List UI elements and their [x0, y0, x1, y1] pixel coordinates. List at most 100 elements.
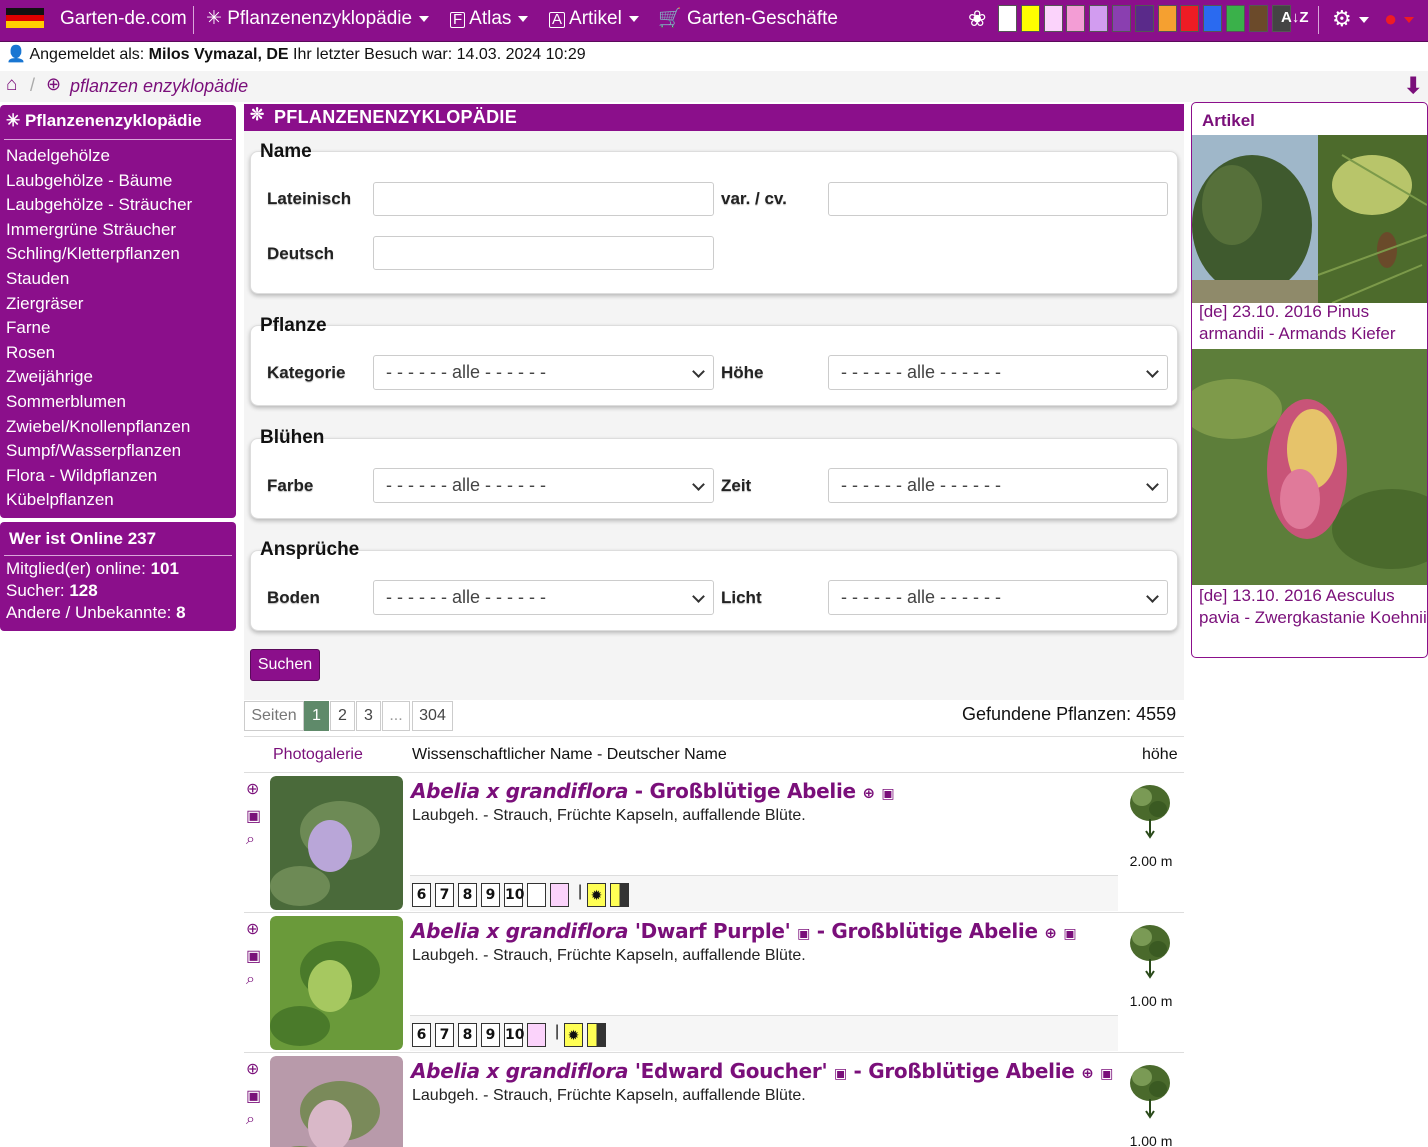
sidebar-item[interactable]: Ziergräser: [6, 292, 192, 317]
zoom-gallery-icon[interactable]: ⊕: [246, 919, 266, 939]
sidebar-item[interactable]: Sommerblumen: [6, 390, 192, 415]
color-swatch[interactable]: [1134, 5, 1154, 32]
photo-icon[interactable]: ▣: [797, 926, 810, 942]
zoom-gallery-icon[interactable]: ⊕: [246, 1059, 266, 1079]
photo-icon[interactable]: ▣: [246, 806, 266, 826]
zoom-icon[interactable]: ⊕: [862, 784, 875, 802]
article-image-pine[interactable]: [1192, 135, 1427, 303]
plant-height: 1.00 m: [1129, 993, 1173, 1009]
photo-icon[interactable]: ▣: [1063, 926, 1076, 942]
color-swatch[interactable]: [1112, 5, 1131, 32]
cultivar-name[interactable]: 'Edward Goucher': [635, 1059, 828, 1083]
table-header: Photogalerie Wissenschaftlicher Name - D…: [244, 736, 1184, 773]
page-2[interactable]: 2: [330, 701, 355, 731]
german-name-input[interactable]: [373, 236, 714, 270]
photo-icon[interactable]: ▣: [881, 786, 894, 802]
scroll-down-icon[interactable]: ⬇: [1404, 73, 1422, 99]
nav-divider: [1318, 6, 1319, 34]
zoom-icon[interactable]: ⊕: [1081, 1064, 1094, 1082]
photo-icon[interactable]: ▣: [834, 1066, 847, 1082]
search-button[interactable]: Suchen: [250, 649, 320, 681]
photo-icon[interactable]: ▣: [1100, 1066, 1113, 1082]
nav-plant-encyclopedia[interactable]: ✳ Pflanzenenzyklopädie: [206, 0, 430, 42]
breadcrumb-current[interactable]: pflanzen enzyklopädie: [70, 76, 248, 97]
plant-title: Abelia x grandiflora 'Edward Goucher' ▣ …: [411, 1059, 1114, 1083]
plant-thumbnail[interactable]: [270, 916, 403, 1050]
latin-name[interactable]: Abelia x grandiflora: [411, 919, 628, 943]
sidebar-item[interactable]: Schling/Kletterpflanzen: [6, 242, 192, 267]
zoom-icon[interactable]: ⊕: [1044, 924, 1057, 942]
sidebar-item[interactable]: Nadelgehölze: [6, 144, 192, 169]
plant-thumbnail[interactable]: [270, 1056, 403, 1147]
sidebar-item[interactable]: Zweijährige: [6, 365, 192, 390]
color-swatch[interactable]: [998, 5, 1017, 32]
sidebar-item[interactable]: Farne: [6, 316, 192, 341]
page-last[interactable]: 304: [412, 701, 453, 731]
site-logo-link[interactable]: Garten-de.com: [60, 0, 187, 42]
color-swatch[interactable]: [1248, 5, 1268, 32]
category-select[interactable]: - - - - - - alle - - - - - -: [373, 355, 714, 390]
online-other: Andere / Unbekannte: 8: [6, 603, 186, 623]
sidebar-item[interactable]: Stauden: [6, 267, 192, 292]
soil-select[interactable]: - - - - - - alle - - - - - -: [373, 580, 714, 615]
german-name[interactable]: Großblütige Abelie: [831, 919, 1038, 943]
color-swatch[interactable]: [1180, 5, 1200, 32]
plant-thumbnail[interactable]: [270, 776, 403, 910]
color-swatch[interactable]: [1043, 5, 1063, 32]
search-icon[interactable]: ⌕: [246, 1111, 266, 1131]
photo-icon[interactable]: ▣: [246, 1086, 266, 1106]
height-select[interactable]: - - - - - - alle - - - - - -: [828, 355, 1168, 390]
zoom-gallery-icon[interactable]: ⊕: [246, 779, 266, 799]
search-icon[interactable]: ⌕: [246, 831, 266, 851]
col-photogallery[interactable]: Photogalerie: [273, 746, 363, 764]
german-name[interactable]: Großblütige Abelie: [649, 779, 856, 803]
color-swatch[interactable]: [1226, 5, 1245, 32]
article-caption[interactable]: [de] 13.10. 2016 Aesculus pavia - Zwergk…: [1199, 585, 1427, 629]
color-swatch[interactable]: [1089, 5, 1109, 32]
page-1[interactable]: 1: [304, 701, 329, 731]
chevron-down-icon: [692, 478, 705, 491]
sun-icon: ✹: [564, 1023, 583, 1047]
german-flag-icon[interactable]: [6, 8, 44, 28]
sidebar-item[interactable]: Immergrüne Sträucher: [6, 218, 192, 243]
color-swatch[interactable]: [1203, 5, 1223, 32]
sidebar-item[interactable]: Flora - Wildpflanzen: [6, 464, 192, 489]
bloom-month: 6: [412, 883, 431, 907]
variety-input[interactable]: [828, 182, 1168, 216]
search-icon[interactable]: ⌕: [246, 971, 266, 991]
article-caption[interactable]: [de] 23.10. 2016 Pinus armandii - Armand…: [1199, 301, 1427, 345]
color-swatch[interactable]: [1020, 5, 1040, 32]
home-icon[interactable]: ⌂: [6, 74, 17, 96]
latin-name[interactable]: Abelia x grandiflora: [411, 779, 628, 803]
az-sort-icon[interactable]: A↓Z: [1281, 0, 1309, 42]
photo-icon[interactable]: ▣: [246, 946, 266, 966]
bloom-color-pink: [550, 883, 569, 907]
color-swatch[interactable]: [1066, 5, 1086, 32]
settings-gear-icon[interactable]: ⚙: [1332, 0, 1369, 42]
nav-garden-shops[interactable]: 🛒 Garten-Geschäfte: [658, 0, 838, 42]
user-menu-icon[interactable]: ●: [1384, 0, 1415, 42]
page-3[interactable]: 3: [356, 701, 381, 731]
sidebar-item[interactable]: Laubgehölze - Bäume: [6, 169, 192, 194]
searchers-label: Sucher:: [6, 581, 65, 600]
sidebar-item[interactable]: Rosen: [6, 341, 192, 366]
article-image-aesculus[interactable]: [1192, 349, 1427, 585]
flower-icon[interactable]: ❀: [968, 0, 986, 42]
divider: [4, 555, 232, 556]
latin-name[interactable]: Abelia x grandiflora: [411, 1059, 628, 1083]
latin-name-input[interactable]: [373, 182, 714, 216]
sidebar-item[interactable]: Laubgehölze - Sträucher: [6, 193, 192, 218]
nav-atlas[interactable]: F Atlas: [450, 0, 529, 42]
color-select[interactable]: - - - - - - alle - - - - - -: [373, 468, 714, 503]
bloom-month: 10: [504, 883, 524, 907]
german-name[interactable]: Großblütige Abelie: [868, 1059, 1075, 1083]
sidebar-item[interactable]: Zwiebel/Knollenpflanzen: [6, 415, 192, 440]
cultivar-name[interactable]: 'Dwarf Purple': [635, 919, 791, 943]
color-swatch[interactable]: [1157, 5, 1177, 32]
sidebar-item[interactable]: Kübelpflanzen: [6, 488, 192, 513]
nav-articles[interactable]: A Artikel: [549, 0, 639, 42]
light-select[interactable]: - - - - - - alle - - - - - -: [828, 580, 1168, 615]
searchers-count: 128: [69, 581, 98, 600]
sidebar-item[interactable]: Sumpf/Wasserpflanzen: [6, 439, 192, 464]
time-select[interactable]: - - - - - - alle - - - - - -: [828, 468, 1168, 503]
